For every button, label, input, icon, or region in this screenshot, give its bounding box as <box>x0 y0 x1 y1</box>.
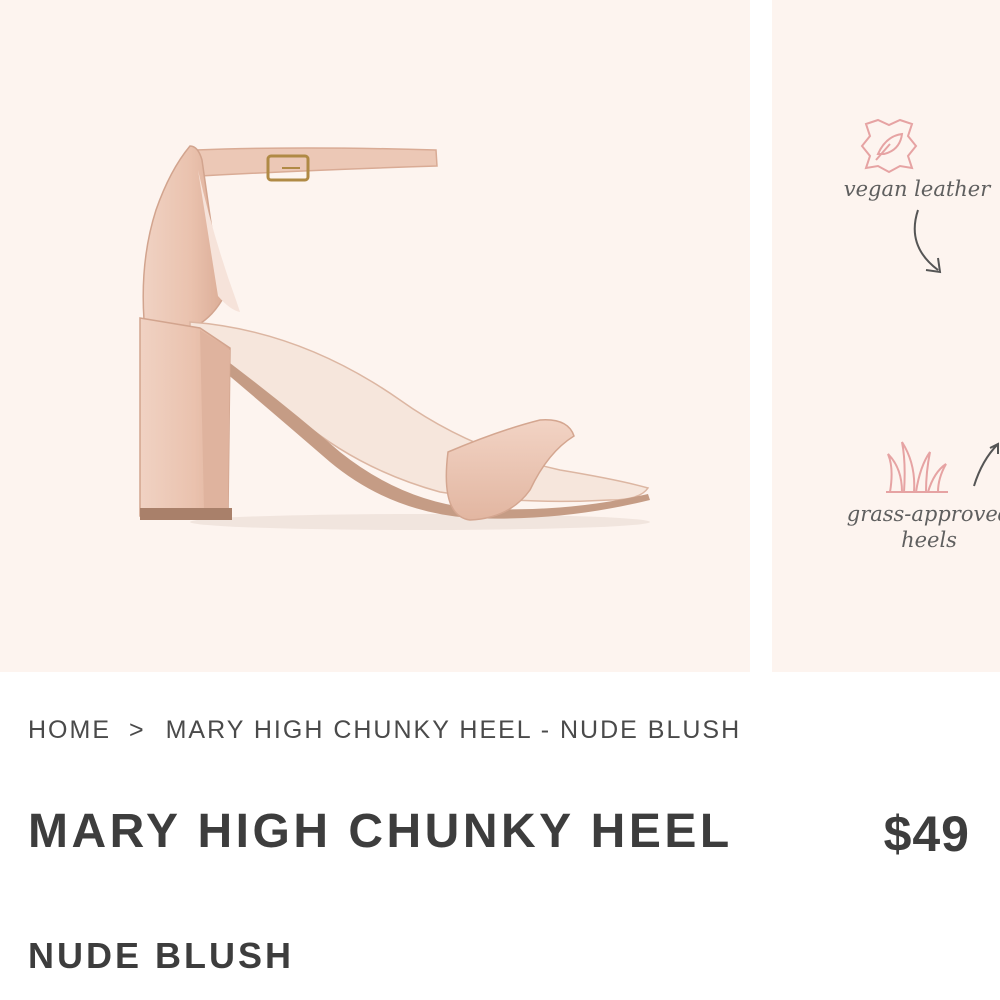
product-image-main[interactable] <box>0 0 750 672</box>
feature-vegan-leather: vegan leather <box>843 177 991 201</box>
product-variant: NUDE BLUSH <box>28 935 295 976</box>
curved-arrow-icon <box>973 442 999 487</box>
feature-grass-approved: grass-approved heels <box>824 501 1000 553</box>
breadcrumb-current: MARY HIGH CHUNKY HEEL - NUDE BLUSH <box>165 716 742 744</box>
feature-grass-line1: grass-approved <box>846 502 1000 526</box>
product-image-features[interactable]: vegan leather grass-approved heels <box>772 0 1000 672</box>
feature-grass-line2: heels <box>901 528 957 552</box>
shoe-image <box>139 145 650 530</box>
breadcrumb-home-link[interactable]: HOME <box>28 716 111 744</box>
product-price: $49 <box>883 806 970 862</box>
product-title: MARY HIGH CHUNKY HEEL <box>28 805 733 858</box>
product-image-gallery[interactable]: vegan leather grass-approved heels <box>0 0 1000 672</box>
curved-arrow-icon <box>913 209 942 274</box>
breadcrumb: HOME > MARY HIGH CHUNKY HEEL - NUDE BLUSH <box>28 716 741 745</box>
leather-hide-icon <box>860 118 918 174</box>
grass-icon <box>886 441 948 493</box>
breadcrumb-separator-icon: > <box>129 716 146 744</box>
